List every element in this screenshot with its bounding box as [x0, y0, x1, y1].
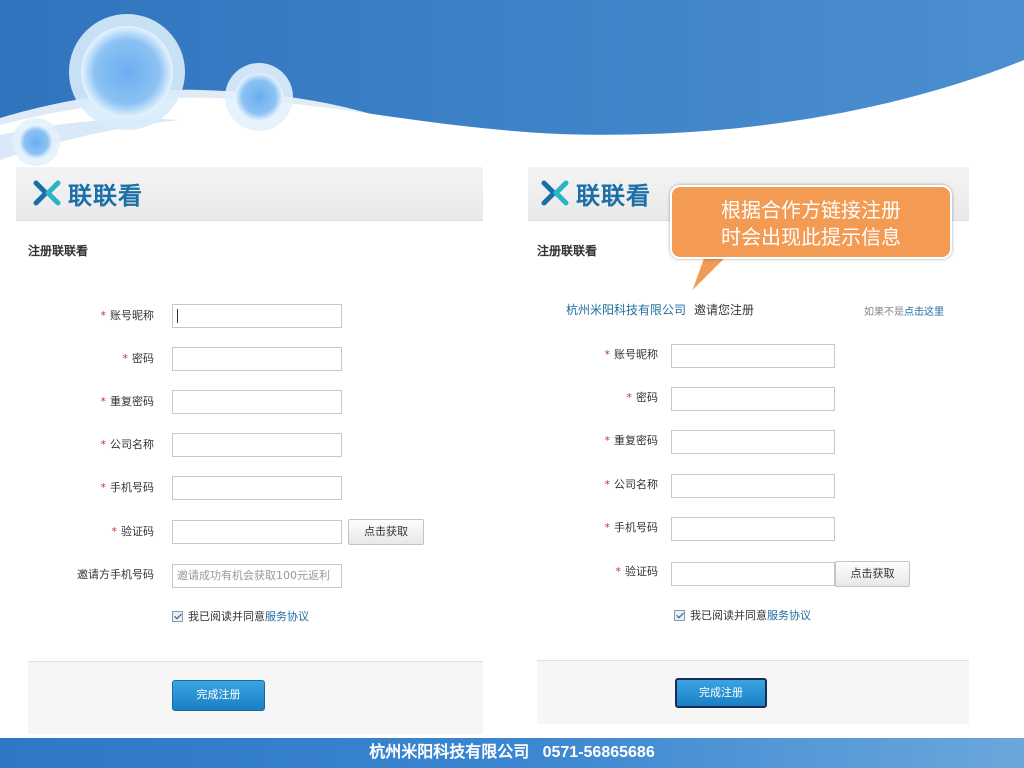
verification-code-input[interactable] [671, 562, 835, 586]
label-nickname: * 账号昵称 [100, 309, 155, 322]
password-input[interactable] [172, 347, 342, 371]
repeat-password-input[interactable] [671, 430, 835, 454]
label-nickname: * 账号昵称 [604, 348, 659, 361]
footer-bar: 杭州米阳科技有限公司 0571-56865686 [0, 738, 1024, 768]
logo-text: 联联看 [576, 181, 651, 210]
not-me-line: 如果不是点击这里 [864, 307, 944, 318]
agree-text: 我已阅读并同意 [188, 610, 265, 623]
right-page-title: 注册联联看 [537, 244, 598, 258]
label-company-name: * 公司名称 [100, 438, 155, 451]
invite-text: 邀请您注册 [694, 303, 755, 317]
terms-link[interactable]: 服务协议 [767, 607, 811, 623]
terms-link[interactable]: 服务协议 [265, 608, 309, 624]
company-name-input[interactable] [172, 433, 342, 457]
get-code-button[interactable]: 点击获取 [348, 519, 424, 545]
right-agree-row: 我已阅读并同意 服务协议 [674, 607, 811, 623]
invite-company: 杭州米阳科技有限公司 [566, 303, 687, 317]
label-phone: * 手机号码 [604, 521, 659, 534]
label-repeat-password: * 重复密码 [604, 434, 659, 447]
callout-line-2: 时会出现此提示信息 [721, 225, 901, 249]
left-registration-panel: 联联看 注册联联看 * 账号昵称 * 密码 * 重复密码 * 公司名称 * 手机号码 * 验… [16, 167, 483, 734]
verification-code-input[interactable] [172, 520, 342, 544]
nickname-input[interactable] [671, 344, 835, 368]
submit-button[interactable]: 完成注册 [172, 680, 265, 711]
label-company-name: * 公司名称 [604, 478, 659, 491]
logo-icon [33, 180, 61, 206]
phone-input[interactable] [172, 476, 342, 500]
label-inviter-phone: 邀请方手机号码 [77, 568, 154, 581]
company-name-input[interactable] [671, 474, 835, 498]
footer-text: 杭州米阳科技有限公司 0571-56865686 [369, 744, 655, 761]
logo-text: 联联看 [68, 181, 143, 210]
agree-checkbox[interactable] [674, 609, 685, 621]
nickname-input[interactable] [172, 304, 342, 328]
password-input[interactable] [671, 387, 835, 411]
label-password: * 密码 [122, 352, 155, 365]
label-verification-code: * 验证码 [615, 565, 659, 578]
inviter-phone-placeholder: 邀请成功有机会获取100元返利 [177, 569, 330, 582]
phone-input[interactable] [671, 517, 835, 541]
repeat-password-input[interactable] [172, 390, 342, 414]
label-password: * 密码 [626, 391, 659, 404]
invite-line: 杭州米阳科技有限公司 邀请您注册 [566, 301, 754, 318]
left-page-title: 注册联联看 [28, 244, 89, 258]
click-here-link[interactable]: 点击这里 [904, 307, 944, 318]
label-verification-code: * 验证码 [111, 525, 155, 538]
left-logo: 联联看 [32, 176, 143, 210]
callout-line-1: 根据合作方链接注册 [721, 198, 901, 222]
inviter-phone-input[interactable]: 邀请成功有机会获取100元返利 [172, 564, 342, 588]
get-code-button[interactable]: 点击获取 [835, 561, 910, 587]
agree-text: 我已阅读并同意 [690, 609, 767, 622]
left-agree-row: 我已阅读并同意 服务协议 [172, 608, 309, 624]
label-repeat-password: * 重复密码 [100, 395, 155, 408]
label-phone: * 手机号码 [100, 481, 155, 494]
info-callout: 根据合作方链接注册 时会出现此提示信息 [670, 185, 952, 259]
left-logo-bar: 联联看 [16, 167, 483, 221]
logo-icon [541, 180, 569, 206]
right-logo: 联联看 [540, 176, 651, 210]
submit-button[interactable]: 完成注册 [675, 678, 767, 708]
agree-checkbox[interactable] [172, 610, 183, 622]
